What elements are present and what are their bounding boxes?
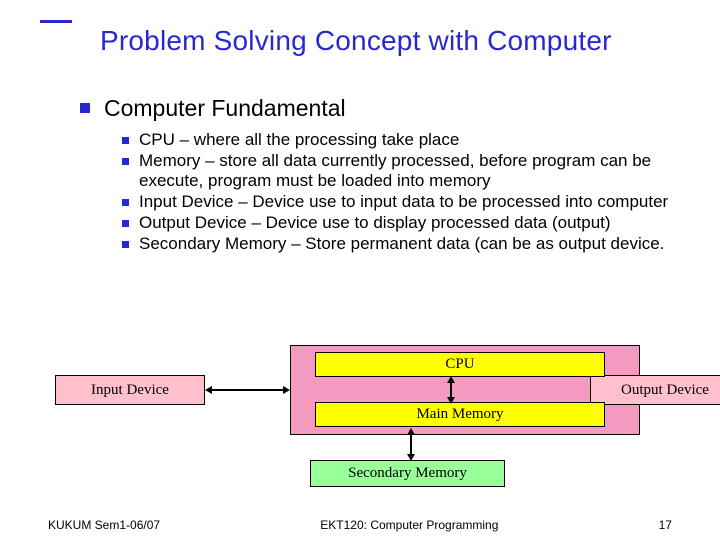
arrow-head-down-icon [447, 397, 455, 404]
computer-diagram: CPU Main Memory Input Device Output Devi… [50, 340, 670, 495]
arrow-head-up-icon [407, 428, 415, 435]
footer-left: KUKUM Sem1-06/07 [48, 518, 160, 532]
footer-center: EKT120: Computer Programming [320, 518, 498, 532]
item-text: Output Device – Device use to display pr… [139, 213, 611, 233]
body-content: Computer Fundamental CPU – where all the… [80, 95, 680, 255]
list-item: Output Device – Device use to display pr… [122, 213, 680, 233]
item-text: Memory – store all data currently proces… [139, 151, 680, 191]
slide-title: Problem Solving Concept with Computer [40, 25, 612, 57]
input-device-box: Input Device [55, 375, 205, 405]
sub-bullet-list: CPU – where all the processing take plac… [122, 130, 680, 254]
arrow-line-icon [210, 389, 285, 391]
item-text: CPU – where all the processing take plac… [139, 130, 459, 150]
arrow-head-left-icon [205, 386, 212, 394]
square-bullet-icon [122, 220, 129, 227]
page-number: 17 [659, 518, 672, 532]
arrow-head-down-icon [407, 454, 415, 461]
square-bullet-icon [80, 103, 90, 113]
heading-text: Computer Fundamental [104, 95, 346, 122]
item-text: Secondary Memory – Store permanent data … [139, 234, 664, 254]
footer: KUKUM Sem1-06/07 EKT120: Computer Progra… [0, 518, 720, 532]
square-bullet-icon [122, 241, 129, 248]
square-bullet-icon [122, 158, 129, 165]
title-block: Problem Solving Concept with Computer [40, 20, 612, 57]
square-bullet-icon [122, 137, 129, 144]
cpu-box: CPU [315, 352, 605, 377]
list-item: CPU – where all the processing take plac… [122, 130, 680, 150]
arrow-head-right-icon [283, 386, 290, 394]
bullet-level1: Computer Fundamental [80, 95, 680, 122]
main-memory-box: Main Memory [315, 402, 605, 427]
slide: Problem Solving Concept with Computer Co… [0, 0, 720, 540]
list-item: Memory – store all data currently proces… [122, 151, 680, 191]
output-device-box: Output Device [590, 375, 720, 405]
list-item: Input Device – Device use to input data … [122, 192, 680, 212]
arrow-head-up-icon [447, 376, 455, 383]
list-item: Secondary Memory – Store permanent data … [122, 234, 680, 254]
item-text: Input Device – Device use to input data … [139, 192, 668, 212]
title-rule-icon [40, 20, 72, 23]
square-bullet-icon [122, 199, 129, 206]
secondary-memory-box: Secondary Memory [310, 460, 505, 487]
